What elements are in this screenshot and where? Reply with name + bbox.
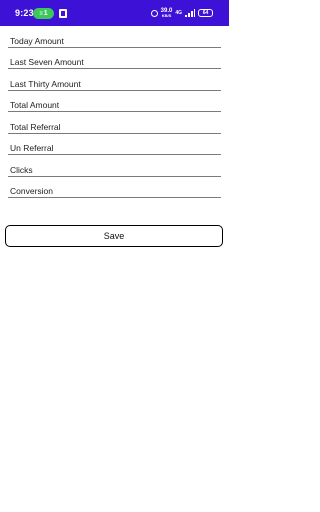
network-speed: 39.0 KB/S [161,8,173,18]
last-seven-amount-placeholder: Last Seven Amount [10,57,84,67]
app-notification-icon [59,9,67,18]
total-referral-placeholder: Total Referral [10,121,61,132]
last-thirty-amount-placeholder: Last Thirty Amount [10,78,81,89]
total-amount-placeholder: Total Amount [10,100,60,110]
un-referral-placeholder: Un Referral [10,143,54,153]
notification-stack-icon: ≡ [39,10,43,17]
un-referral-field[interactable]: Un Referral [0,134,229,155]
total-amount-field[interactable]: Total Amount [0,91,229,112]
signal-icon [185,9,195,17]
status-time: 9:23 [15,8,34,18]
status-icons: 39.0 KB/S 4G 64 [150,7,213,19]
save-button[interactable]: Save [5,225,223,247]
last-thirty-amount-field[interactable]: Last Thirty Amount [0,69,229,91]
battery-icon: 64 [198,9,213,17]
conversion-field[interactable]: Conversion [0,177,229,198]
total-referral-field[interactable]: Total Referral [0,112,229,134]
clicks-placeholder: Clicks [10,164,33,175]
today-amount-field[interactable]: Today Amount [0,26,229,48]
status-bar: 9:23 ≡ 1 39.0 KB/S 4G 64 [0,0,229,26]
stats-form: Today Amount Last Seven Amount Last Thir… [0,26,229,198]
conversion-placeholder: Conversion [10,186,53,196]
last-seven-amount-field[interactable]: Last Seven Amount [0,48,229,69]
today-amount-placeholder: Today Amount [10,35,64,46]
battery-level: 64 [202,9,209,16]
notification-badge: ≡ 1 [33,8,54,19]
network-speed-unit: KB/S [161,13,172,18]
alarm-icon [150,9,158,17]
clicks-field[interactable]: Clicks [0,155,229,177]
field-underline [8,197,221,198]
network-type: 4G [175,9,182,16]
notification-count: 1 [43,10,48,17]
